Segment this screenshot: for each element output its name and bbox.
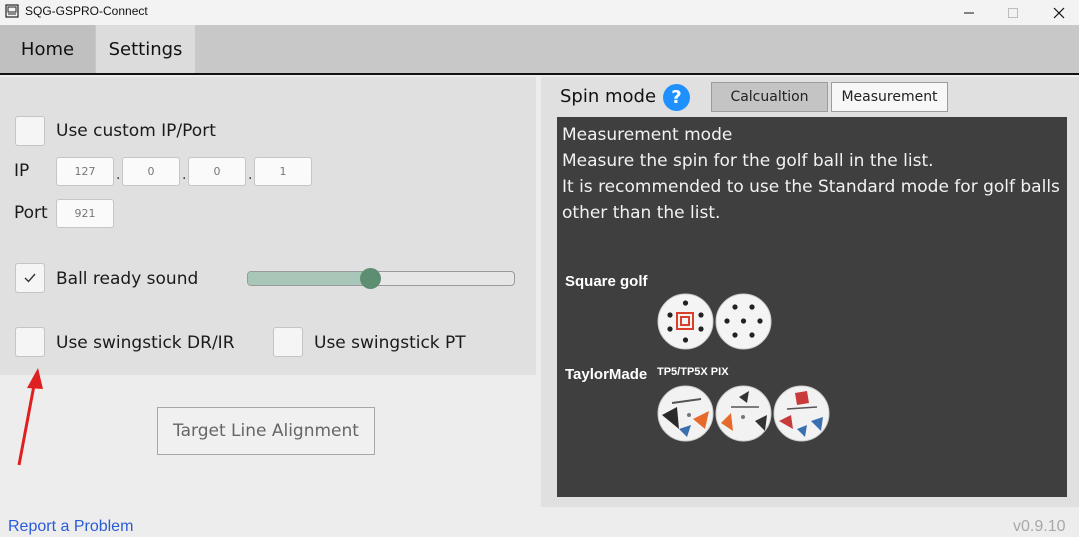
tab-bar: Home Settings (0, 25, 1079, 75)
checkmark-icon (24, 273, 36, 283)
ip-label: IP (14, 161, 30, 181)
calculation-mode-button[interactable]: Calcualtion (711, 82, 828, 112)
ip-octet-1-input[interactable]: 127 (56, 157, 114, 186)
measurement-info-box: Measurement mode Measure the spin for th… (557, 117, 1067, 497)
golf-ball-dotted-image (715, 293, 772, 350)
app-icon (5, 4, 19, 18)
version-label: v0.9.10 (1013, 518, 1066, 535)
swingstick-drir-label: Use swingstick DR/IR (56, 333, 235, 353)
minimize-button[interactable] (946, 0, 992, 25)
port-input[interactable]: 921 (56, 199, 114, 228)
custom-ip-label: Use custom IP/Port (56, 121, 216, 141)
port-label: Port (14, 203, 48, 223)
brand-logo-square-golf: Square golf (565, 273, 648, 290)
report-problem-link[interactable]: Report a Problem (8, 518, 133, 536)
connection-settings-panel: Use custom IP/Port IP 127 . 0 . 0 . 1 Po… (0, 77, 536, 375)
title-bar: SQG-GSPRO-Connect (0, 0, 1079, 25)
tab-settings[interactable]: Settings (96, 25, 195, 73)
spin-mode-panel: Spin mode ? Calcualtion Measurement Meas… (541, 77, 1079, 507)
info-line: other than the list. (562, 203, 721, 223)
window-title: SQG-GSPRO-Connect (25, 4, 148, 18)
golf-ball-tp5-pix-image (657, 385, 714, 442)
swingstick-drir-checkbox[interactable] (15, 327, 45, 357)
ip-octet-2-input[interactable]: 0 (122, 157, 180, 186)
ball-ready-sound-checkbox[interactable] (15, 263, 45, 293)
volume-slider-thumb[interactable] (359, 268, 381, 289)
golf-ball-tp5-pix-flag-image (773, 385, 830, 442)
info-line: Measure the spin for the golf ball in th… (562, 151, 934, 171)
target-line-alignment-button[interactable]: Target Line Alignment (157, 407, 375, 455)
info-line: Measurement mode (562, 125, 733, 145)
close-icon (1053, 7, 1065, 18)
brand-logo-taylormade: TaylorMade (565, 366, 648, 383)
golf-ball-tp5x-pix-image (715, 385, 772, 442)
ip-separator: . (248, 167, 253, 183)
spin-mode-label: Spin mode (560, 86, 657, 107)
help-icon[interactable]: ? (663, 84, 690, 111)
swingstick-pt-label: Use swingstick PT (314, 333, 466, 353)
maximize-button[interactable] (990, 0, 1036, 25)
ball-model-label: TP5/TP5X PIX (657, 366, 729, 378)
golf-ball-red-pattern-image (657, 293, 714, 350)
annotation-arrow-icon (17, 368, 43, 466)
swingstick-pt-checkbox[interactable] (273, 327, 303, 357)
ip-octet-4-input[interactable]: 1 (254, 157, 312, 186)
volume-slider[interactable] (247, 271, 515, 286)
ip-octet-3-input[interactable]: 0 (188, 157, 246, 186)
measurement-mode-button[interactable]: Measurement (831, 82, 948, 112)
volume-slider-fill (248, 272, 372, 285)
close-button[interactable] (1036, 0, 1079, 25)
ip-separator: . (116, 167, 121, 183)
custom-ip-checkbox[interactable] (15, 116, 45, 146)
ip-separator: . (182, 167, 187, 183)
ball-ready-sound-label: Ball ready sound (56, 269, 199, 289)
info-line: It is recommended to use the Standard mo… (562, 177, 1060, 197)
maximize-icon (1008, 7, 1018, 18)
minimize-icon (964, 12, 974, 13)
tab-home[interactable]: Home (0, 25, 95, 73)
